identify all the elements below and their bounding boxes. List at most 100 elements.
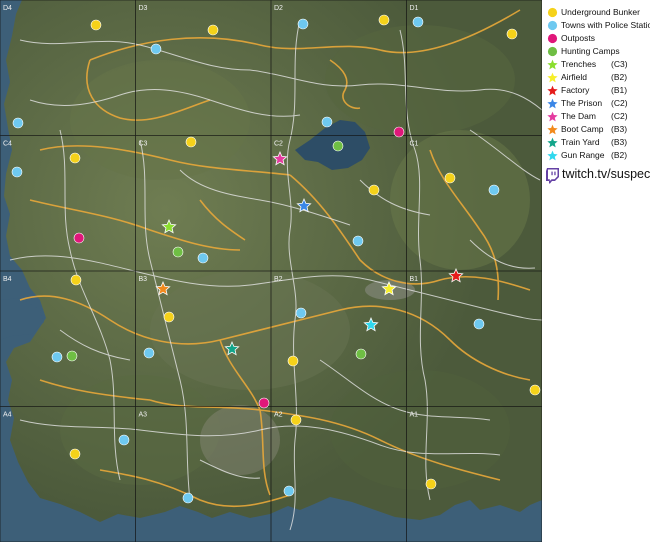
- legend-label: Towns with Police Stations: [561, 20, 650, 30]
- star-icon: [547, 150, 558, 161]
- police-marker[interactable]: [474, 319, 484, 329]
- star-icon: [547, 111, 558, 122]
- police-marker[interactable]: [13, 118, 23, 128]
- grid-cell-label: A2: [274, 412, 283, 419]
- police-marker[interactable]: [489, 185, 499, 195]
- circle-icon: [547, 20, 558, 31]
- star-icon: [547, 98, 558, 109]
- legend-grid-code: (B3): [611, 137, 627, 147]
- camp-marker[interactable]: [333, 141, 343, 151]
- grid-cell-label: B3: [139, 276, 148, 283]
- legend-grid-code: (B3): [611, 124, 627, 134]
- grid-cell-label: D2: [274, 5, 283, 12]
- grid-cell-label: C2: [274, 141, 283, 148]
- bunker-marker[interactable]: [186, 137, 196, 147]
- legend-grid-code: (B2): [611, 150, 627, 160]
- grid-cell-label: B2: [274, 276, 283, 283]
- grid-cell-label: B1: [410, 276, 419, 283]
- bunker-marker[interactable]: [208, 25, 218, 35]
- police-marker[interactable]: [119, 435, 129, 445]
- bunker-marker[interactable]: [288, 356, 298, 366]
- police-marker[interactable]: [413, 17, 423, 27]
- legend-item-outpost: Outposts: [545, 32, 650, 45]
- star-icon: [547, 59, 558, 70]
- bunker-marker[interactable]: [530, 385, 540, 395]
- bunker-marker[interactable]: [369, 185, 379, 195]
- legend-item-police: Towns with Police Stations: [545, 19, 650, 32]
- grid-cell-label: C3: [139, 141, 148, 148]
- bunker-marker[interactable]: [445, 173, 455, 183]
- grid-cell-label: A4: [3, 412, 12, 419]
- outpost-marker[interactable]: [74, 233, 84, 243]
- legend-label: Airfield: [561, 72, 587, 82]
- legend-label: Hunting Camps: [561, 46, 620, 56]
- bunker-marker[interactable]: [164, 312, 174, 322]
- bunker-marker[interactable]: [379, 15, 389, 25]
- grid-cell-label: A1: [410, 412, 419, 419]
- legend-label: Gun Range: [561, 150, 604, 160]
- bunker-marker[interactable]: [291, 415, 301, 425]
- legend-item-factory: Factory (B1): [545, 84, 650, 97]
- grid-cell-label: A3: [139, 412, 148, 419]
- legend-item-trenches: Trenches (C3): [545, 58, 650, 71]
- legend-label: Boot Camp: [561, 124, 604, 134]
- camp-marker[interactable]: [356, 349, 366, 359]
- bunker-marker[interactable]: [71, 275, 81, 285]
- legend-item-airfield: Airfield(B2): [545, 71, 650, 84]
- legend-item-dam: The Dam (C2): [545, 110, 650, 123]
- bunker-marker[interactable]: [426, 479, 436, 489]
- grid-cell-label: D1: [410, 5, 419, 12]
- legend-item-camp: Hunting Camps: [545, 45, 650, 58]
- legend-item-prison: The Prison (C2): [545, 97, 650, 110]
- legend-label: The Prison: [561, 98, 602, 108]
- grid-cell-label: D4: [3, 5, 12, 12]
- bunker-marker[interactable]: [507, 29, 517, 39]
- twitch-link[interactable]: twitch.tv/suspect: [545, 167, 650, 185]
- outpost-marker[interactable]: [394, 127, 404, 137]
- circle-icon: [547, 7, 558, 18]
- camp-marker[interactable]: [173, 247, 183, 257]
- twitch-icon: [546, 168, 560, 184]
- legend-label: Underground Bunker: [561, 7, 640, 17]
- legend-item-gunrange: Gun Range (B2): [545, 149, 650, 162]
- legend-item-trainyard: Train Yard (B3): [545, 136, 650, 149]
- police-marker[interactable]: [353, 236, 363, 246]
- police-marker[interactable]: [183, 493, 193, 503]
- legend-grid-code: (C2): [611, 98, 628, 108]
- grid-cell-label: D3: [139, 5, 148, 12]
- map: D4D3D2D1C4C3C2C1B4B3B2B1A4A3A2A1: [0, 0, 542, 542]
- police-marker[interactable]: [284, 486, 294, 496]
- police-marker[interactable]: [12, 167, 22, 177]
- grid-cell-label: C1: [410, 141, 419, 148]
- legend-label: Trenches: [561, 59, 596, 69]
- star-icon: [547, 137, 558, 148]
- bunker-marker[interactable]: [70, 153, 80, 163]
- legend-item-bootcamp: Boot Camp (B3): [545, 123, 650, 136]
- star-icon: [547, 72, 558, 83]
- legend-label: Outposts: [561, 33, 595, 43]
- legend-grid-code: (B1): [611, 85, 627, 95]
- camp-marker[interactable]: [67, 351, 77, 361]
- star-icon: [547, 124, 558, 135]
- bunker-marker[interactable]: [70, 449, 80, 459]
- outpost-marker[interactable]: [259, 398, 269, 408]
- twitch-handle[interactable]: twitch.tv/suspect: [562, 167, 650, 181]
- police-marker[interactable]: [52, 352, 62, 362]
- police-marker[interactable]: [298, 19, 308, 29]
- star-icon: [547, 85, 558, 96]
- circle-icon: [547, 33, 558, 44]
- police-marker[interactable]: [322, 117, 332, 127]
- police-marker[interactable]: [198, 253, 208, 263]
- legend-grid-code: (C2): [611, 111, 628, 121]
- legend-label: Factory: [561, 85, 589, 95]
- grid-cell-label: C4: [3, 141, 12, 148]
- police-marker[interactable]: [296, 308, 306, 318]
- legend-label: Train Yard: [561, 137, 600, 147]
- police-marker[interactable]: [151, 44, 161, 54]
- legend-grid-code: (C3): [611, 59, 628, 69]
- bunker-marker[interactable]: [91, 20, 101, 30]
- circle-icon: [547, 46, 558, 57]
- legend-item-bunker: Underground Bunker: [545, 6, 650, 19]
- police-marker[interactable]: [144, 348, 154, 358]
- legend-label: The Dam: [561, 111, 596, 121]
